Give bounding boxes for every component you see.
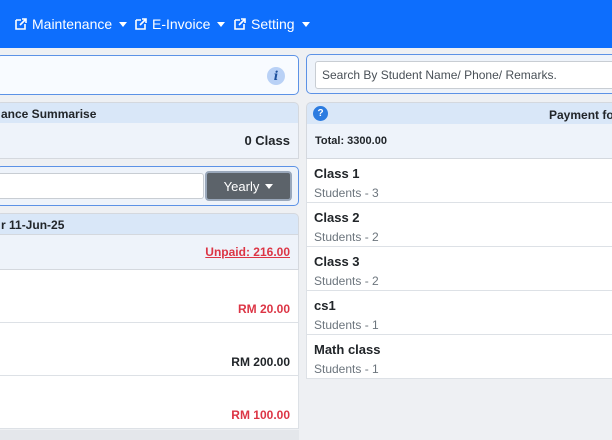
class-name: Class 1	[314, 166, 360, 181]
class-list-item[interactable]: Class 2 Students - 2	[306, 203, 612, 247]
external-edit-icon	[15, 18, 27, 30]
class-name: cs1	[314, 298, 336, 313]
info-icon[interactable]: i	[267, 67, 285, 85]
class-list-item[interactable]: cs1 Students - 1	[306, 291, 612, 335]
amount-value: RM 20.00	[237, 302, 290, 316]
nav-maintenance-label: Maintenance	[32, 16, 113, 32]
amount-row[interactable]: RM 20.00	[0, 270, 299, 323]
class-student-count: Students - 1	[314, 362, 379, 376]
top-navbar: Maintenance E-Invoice Setting	[0, 0, 612, 48]
student-search-input[interactable]	[315, 61, 612, 89]
chevron-down-icon	[265, 184, 274, 189]
payment-total-row: Total: 3300.00	[306, 124, 612, 159]
date-range-input[interactable]	[0, 173, 204, 199]
amount-row[interactable]: RM 100.00	[0, 376, 299, 429]
class-count: 0 Class	[244, 133, 290, 148]
nav-e-invoice-label: E-Invoice	[152, 16, 211, 32]
chevron-down-icon	[119, 22, 128, 27]
nav-setting-label: Setting	[251, 16, 295, 32]
unpaid-total-link[interactable]: Unpaid: 216.00	[205, 245, 290, 259]
class-name: Math class	[314, 342, 381, 357]
nav-setting[interactable]: Setting	[233, 15, 310, 33]
unpaid-summary: Unpaid: 216.00	[0, 234, 299, 270]
date-range-header: r 11-Jun-25	[0, 213, 299, 234]
amount-value: RM 100.00	[231, 408, 290, 422]
search-panel	[306, 54, 612, 94]
class-student-count: Students - 2	[314, 230, 379, 244]
attendance-summary-body: 0 Class	[0, 123, 299, 159]
payment-title: Payment fo	[549, 108, 612, 122]
period-filter: Yearly	[0, 166, 299, 206]
list-footer	[0, 430, 299, 440]
chevron-down-icon	[301, 22, 310, 27]
class-name: Class 2	[314, 210, 360, 225]
help-icon[interactable]: ?	[313, 106, 328, 121]
class-list-item[interactable]: Class 3 Students - 2	[306, 247, 612, 291]
amount-value: RM 200.00	[231, 355, 290, 369]
external-edit-icon	[135, 18, 147, 30]
class-student-count: Students - 2	[314, 274, 379, 288]
chevron-down-icon	[217, 22, 226, 27]
class-student-count: Students - 1	[314, 318, 379, 332]
payment-total: Total: 3300.00	[315, 135, 387, 147]
payment-header: ? Payment fo	[306, 102, 612, 124]
attendance-summary-header: ance Summarise	[0, 102, 299, 123]
class-list-item[interactable]: Class 1 Students - 3	[306, 159, 612, 203]
nav-e-invoice[interactable]: E-Invoice	[134, 15, 226, 33]
info-panel: i	[0, 55, 299, 95]
class-name: Class 3	[314, 254, 360, 269]
yearly-button-label: Yearly	[223, 178, 260, 194]
external-edit-icon	[234, 18, 246, 30]
class-list-item[interactable]: Math class Students - 1	[306, 335, 612, 379]
amount-row[interactable]: RM 200.00	[0, 323, 299, 376]
yearly-dropdown-button[interactable]: Yearly	[205, 171, 292, 201]
nav-maintenance[interactable]: Maintenance	[14, 15, 128, 33]
class-student-count: Students - 3	[314, 186, 379, 200]
